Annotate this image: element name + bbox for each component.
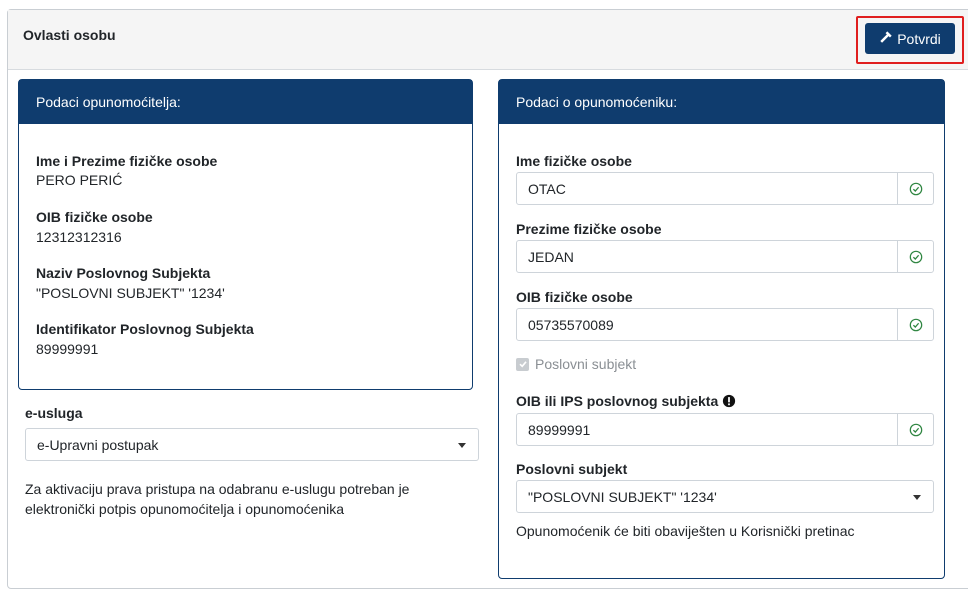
check-circle-icon: [897, 414, 933, 445]
confirm-button[interactable]: Potvrdi: [865, 23, 955, 54]
business-id-label: Identifikator Poslovnog Subjekta: [36, 321, 254, 337]
grantor-panel: Podaci opunomoćitelja: Ime i Prezime fiz…: [18, 79, 473, 390]
grantor-name-value: PERO PERIĆ: [36, 172, 123, 188]
business-select-label: Poslovni subjekt: [516, 461, 628, 477]
last-name-value: JEDAN: [528, 248, 574, 265]
card-header: Ovlasti osobu: [8, 10, 968, 70]
business-checkbox-label: Poslovni subjekt: [535, 356, 637, 372]
grantee-oib-label: OIB fizičke osobe: [516, 289, 633, 305]
grantor-oib-label: OIB fizičke osobe: [36, 209, 153, 225]
first-name-field[interactable]: OTAC: [516, 172, 934, 205]
grantor-oib-value: 12312312316: [36, 229, 122, 245]
business-oib-value: 89999991: [528, 421, 591, 438]
first-name-label: Ime fizičke osobe: [516, 153, 632, 169]
business-selected: "POSLOVNI SUBJEKT" '1234': [528, 488, 717, 505]
grantee-oib-value: 05735570089: [528, 316, 614, 333]
grantor-name-label: Ime i Prezime fizičke osobe: [36, 153, 218, 169]
check-circle-icon: [897, 173, 933, 204]
eservice-note-line2: elektronički potpis opunomoćitelja i opu…: [25, 501, 345, 517]
check-circle-icon: [897, 241, 933, 272]
eservice-selected: e-Upravni postupak: [37, 436, 159, 453]
last-name-label: Prezime fizičke osobe: [516, 221, 662, 237]
info-icon[interactable]: [722, 393, 736, 409]
hammer-icon: [879, 30, 893, 47]
business-checkbox-row[interactable]: Poslovni subjekt: [516, 356, 636, 372]
business-checkbox[interactable]: [516, 357, 529, 371]
eservice-note-line1: Za aktivaciju prava pristupa na odabranu…: [25, 481, 410, 497]
eservice-select[interactable]: e-Upravni postupak: [25, 428, 479, 461]
grantee-panel-heading: Podaci o opunomoćeniku:: [499, 80, 944, 124]
notification-notice: Opunomoćenik će biti obaviješten u Koris…: [516, 523, 855, 539]
chevron-down-icon: [913, 495, 921, 500]
confirm-button-label: Potvrdi: [897, 30, 941, 47]
business-oib-label: OIB ili IPS poslovnog subjekta: [516, 393, 736, 409]
business-select[interactable]: "POSLOVNI SUBJEKT" '1234': [516, 480, 934, 513]
grantee-panel: Podaci o opunomoćeniku: Ime fizičke osob…: [498, 79, 945, 579]
chevron-down-icon: [458, 443, 466, 448]
last-name-field[interactable]: JEDAN: [516, 240, 934, 273]
business-oib-field[interactable]: 89999991: [516, 413, 934, 446]
business-name-label: Naziv Poslovnog Subjekta: [36, 265, 211, 281]
business-name-value: "POSLOVNI SUBJEKT" '1234': [36, 285, 225, 301]
check-circle-icon: [897, 309, 933, 340]
eservice-label: e-usluga: [25, 405, 83, 421]
page-title: Ovlasti osobu: [23, 27, 116, 43]
business-id-value: 89999991: [36, 341, 99, 357]
grantor-panel-heading: Podaci opunomoćitelja:: [19, 80, 472, 124]
grantee-oib-field[interactable]: 05735570089: [516, 308, 934, 341]
first-name-value: OTAC: [528, 180, 566, 197]
